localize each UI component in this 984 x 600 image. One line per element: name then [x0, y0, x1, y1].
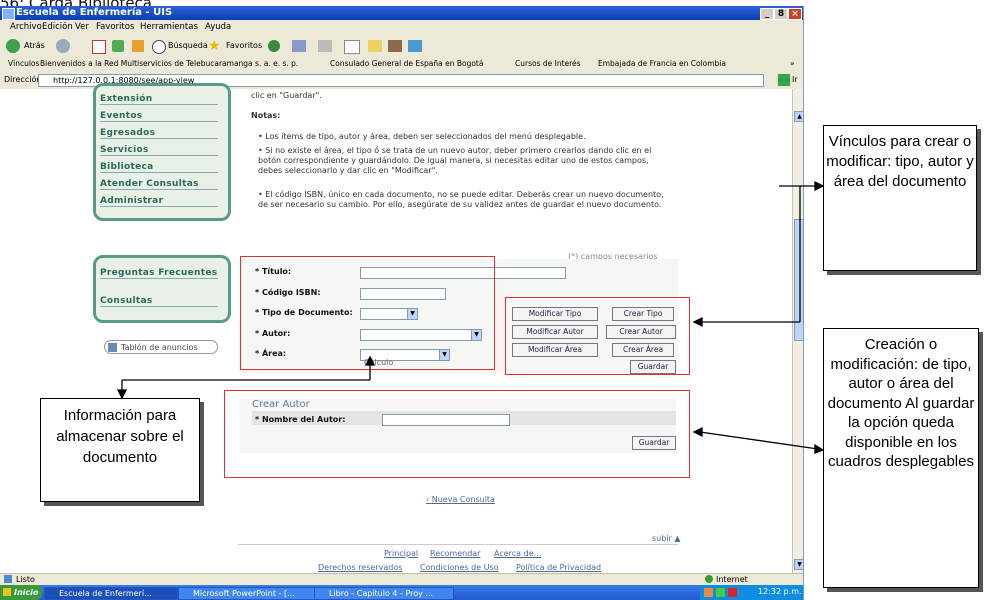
annotation-arrows [116, 180, 825, 454]
arrow-up-head [364, 355, 376, 366]
arrow-down-head [116, 389, 128, 400]
arrow-left-head [692, 426, 703, 438]
arrow-right-head [814, 180, 825, 192]
arrow-right-head [814, 443, 825, 454]
arrow-left-head [692, 316, 703, 328]
